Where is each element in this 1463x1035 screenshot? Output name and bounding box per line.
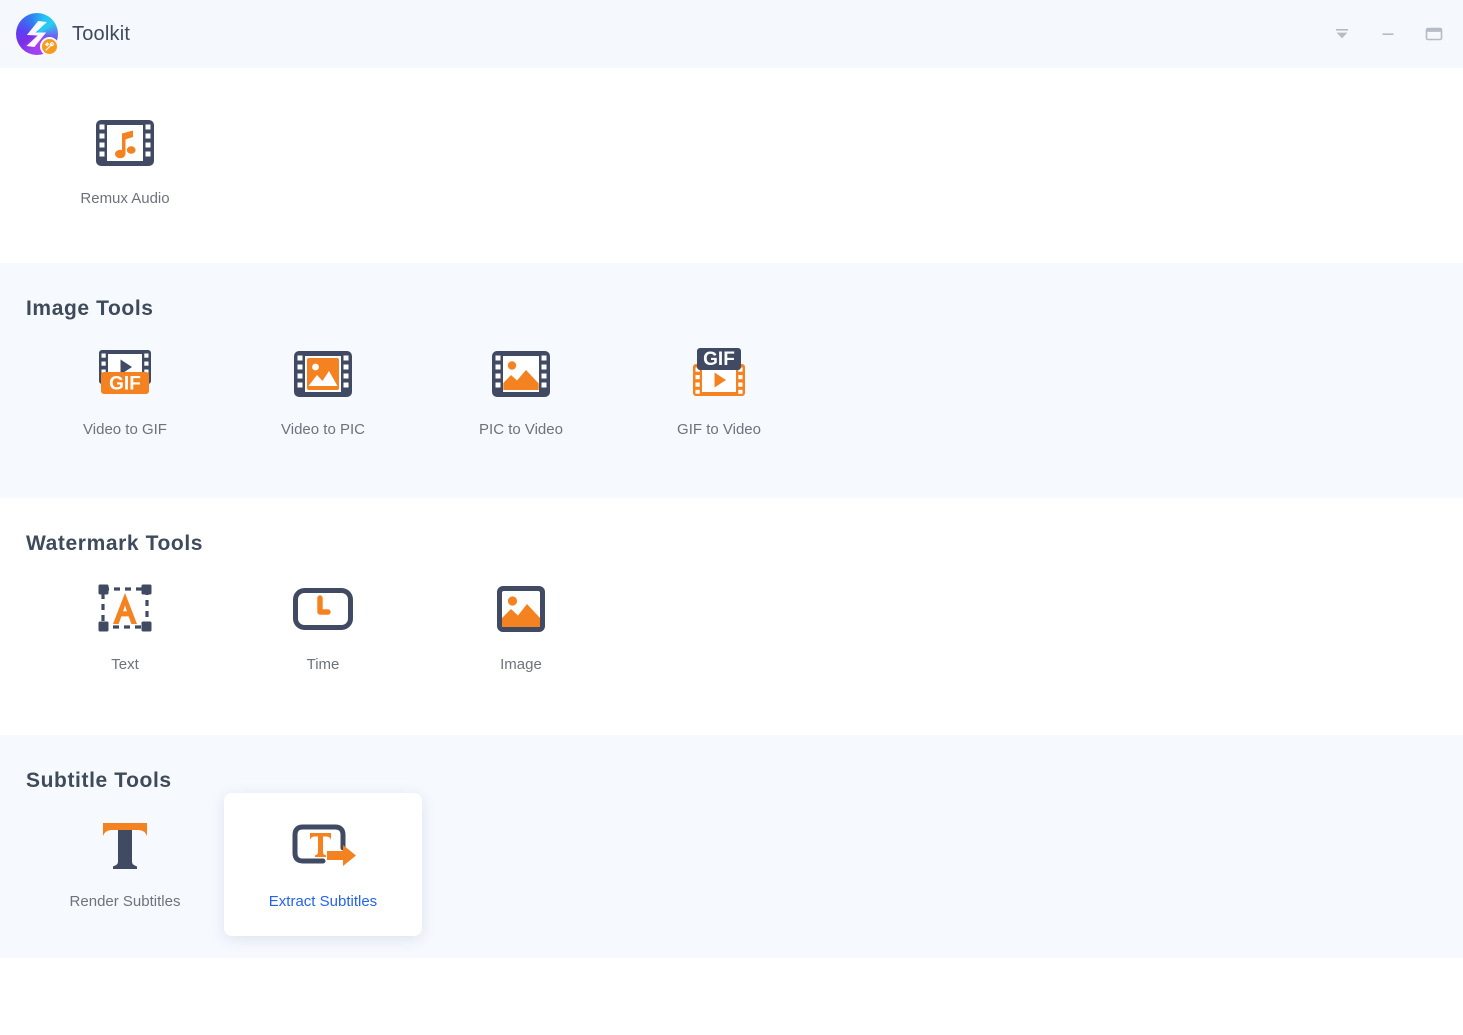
title-bar: Toolkit	[0, 0, 1463, 68]
tool-row-image-tools: GIF Video to GIF Video to PIC PIC to Vid…	[26, 321, 1437, 498]
tool-text-watermark[interactable]: Text	[26, 556, 224, 699]
svg-text:GIF: GIF	[109, 374, 141, 395]
section-title-subtitle-tools: Subtitle Tools	[26, 769, 172, 792]
tool-label: Render Subtitles	[69, 893, 181, 910]
toolkit-badge-icon	[40, 37, 59, 56]
tool-image-watermark[interactable]: Image	[422, 556, 620, 699]
svg-text:GIF: GIF	[703, 349, 735, 370]
tool-label: GIF to Video	[677, 421, 761, 438]
tool-label: Image	[500, 656, 542, 673]
tool-remux-audio[interactable]: Remux Audio	[26, 90, 224, 233]
window-controls	[1329, 0, 1447, 68]
tool-label: PIC to Video	[479, 421, 563, 438]
tool-row-top: Remux Audio	[26, 90, 1437, 263]
tool-label: Video to GIF	[83, 421, 167, 438]
tool-extract-subtitles[interactable]: Extract Subtitles	[224, 793, 422, 936]
app-title: Toolkit	[72, 22, 131, 45]
tool-pic-to-video[interactable]: PIC to Video	[422, 321, 620, 464]
section-watermark-tools: Watermark Tools Text Time Image	[0, 498, 1463, 735]
gif-film-play-icon: GIF	[683, 343, 755, 405]
clock-watermark-icon	[287, 578, 359, 640]
tool-video-to-pic[interactable]: Video to PIC	[224, 321, 422, 464]
section-title-image-tools: Image Tools	[26, 297, 154, 320]
tool-render-subtitles[interactable]: Render Subtitles	[26, 793, 224, 936]
toolkit-window: Toolkit Remux Audio Image Tools GIF Vide…	[0, 0, 1463, 1035]
section-image-tools: Image Tools GIF Video to GIF Video to PI…	[0, 263, 1463, 498]
tool-gif-to-video[interactable]: GIF GIF to Video	[620, 321, 818, 464]
subtitle-t-icon	[89, 815, 161, 877]
tool-label: Remux Audio	[80, 190, 170, 207]
tool-time-watermark[interactable]: Time	[224, 556, 422, 699]
section-top-tools: Remux Audio	[0, 68, 1463, 263]
maximize-icon[interactable]	[1421, 21, 1447, 47]
app-logo-icon	[16, 13, 59, 56]
section-title-watermark-tools: Watermark Tools	[26, 532, 204, 555]
film-picture-icon	[287, 343, 359, 405]
extract-subtitle-icon	[287, 815, 359, 877]
section-subtitle-tools: Subtitle Tools Render Subtitles Extract …	[0, 735, 1463, 958]
image-watermark-icon	[485, 578, 557, 640]
tool-row-subtitle-tools: Render Subtitles Extract Subtitles	[26, 793, 1437, 958]
tool-video-to-gif[interactable]: GIF Video to GIF	[26, 321, 224, 464]
film-landscape-icon	[485, 343, 557, 405]
app-brand: Toolkit	[16, 13, 131, 56]
tool-label: Text	[111, 656, 139, 673]
collapse-icon[interactable]	[1329, 21, 1355, 47]
film-play-gif-icon: GIF	[89, 343, 161, 405]
minimize-icon[interactable]	[1375, 21, 1401, 47]
tool-label: Extract Subtitles	[268, 893, 378, 910]
tool-row-watermark-tools: Text Time Image	[26, 556, 1437, 735]
tool-label: Video to PIC	[281, 421, 365, 438]
film-music-note-icon	[89, 112, 161, 174]
text-watermark-icon	[89, 578, 161, 640]
tool-label: Time	[306, 656, 340, 673]
